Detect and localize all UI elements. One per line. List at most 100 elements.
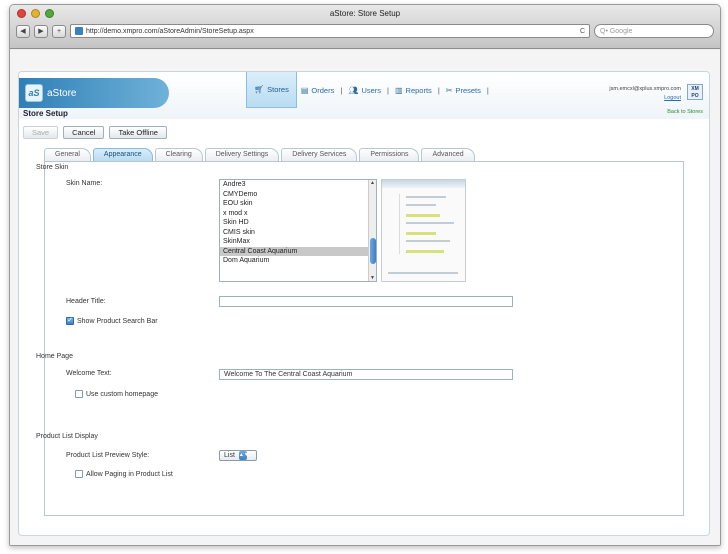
store-skin-heading: Store Skin	[36, 164, 69, 171]
scroll-thumb[interactable]	[370, 238, 376, 264]
nav-presets-label: Presets	[455, 85, 481, 95]
app-header: aS aStore 🛒︎ Stores ▤ Orders | 👥︎ Users …	[19, 72, 709, 119]
preview-highlight-graphic	[406, 232, 436, 235]
show-search-bar-label: Show Product Search Bar	[77, 317, 158, 325]
checkbox-unchecked-icon[interactable]	[75, 470, 83, 478]
preview-header-graphic	[382, 180, 465, 188]
address-bar[interactable]: http://demo.xmpro.com/aStoreAdmin/StoreS…	[70, 24, 590, 38]
allow-paging-checkbox[interactable]: Allow Paging in Product List	[75, 470, 173, 478]
skin-option[interactable]: CMIS skin	[220, 228, 376, 238]
product-list-heading: Product List Display	[36, 433, 98, 440]
presets-icon: ✂	[445, 85, 453, 95]
header-title-label: Header Title:	[66, 298, 106, 305]
scroll-up-icon[interactable]: ▲	[369, 180, 376, 186]
tab-delivery-services[interactable]: Delivery Services	[281, 148, 358, 161]
page-content: aS aStore 🛒︎ Stores ▤ Orders | 👥︎ Users …	[10, 50, 720, 545]
preview-style-value: List	[224, 452, 235, 459]
add-bookmark-button[interactable]: +	[52, 24, 66, 38]
checkbox-unchecked-icon[interactable]	[75, 390, 83, 398]
preview-sidebar-graphic	[386, 194, 400, 254]
app-logo[interactable]: aS aStore	[19, 78, 169, 108]
tab-clearing[interactable]: Clearing	[154, 148, 203, 161]
preview-line-graphic	[406, 196, 446, 198]
preview-line-graphic	[406, 222, 454, 224]
tab-general[interactable]: General	[44, 148, 91, 161]
skin-option[interactable]: x mod x	[220, 209, 376, 219]
take-offline-button[interactable]: Take Offline	[109, 126, 167, 139]
preview-highlight-graphic	[406, 250, 444, 253]
back-button[interactable]: ◀	[16, 24, 30, 38]
search-field[interactable]: Q• Google	[594, 24, 714, 38]
favicon-icon	[75, 27, 83, 35]
browser-window: aStore: Store Setup ◀ ▶ + http://demo.xm…	[9, 4, 721, 546]
skin-option[interactable]: SkinMax	[220, 237, 376, 247]
logout-link[interactable]: Logout	[609, 94, 681, 103]
back-to-stores-link[interactable]: Back to Stores	[667, 109, 703, 115]
nav-users[interactable]: 👥︎ Users	[344, 86, 385, 95]
skin-option[interactable]: Skin HD	[220, 218, 376, 228]
search-placeholder: Q• Google	[600, 27, 633, 35]
reload-icon[interactable]: C	[580, 28, 585, 35]
title-bar: aStore: Store Setup ◀ ▶ + http://demo.xm…	[10, 5, 720, 49]
cart-icon: 🛒︎	[254, 85, 265, 94]
logo-text: aStore	[47, 87, 77, 99]
logo-mark-icon: aS	[25, 84, 43, 102]
browser-toolbar: ◀ ▶ + http://demo.xmpro.com/aStoreAdmin/…	[16, 23, 714, 39]
select-arrows-icon: ▲▼	[238, 451, 249, 460]
nav-presets[interactable]: ✂ Presets	[442, 86, 485, 95]
nav-reports-label: Reports	[405, 85, 432, 95]
scroll-down-icon[interactable]: ▼	[369, 275, 376, 281]
preview-footer-graphic	[388, 272, 458, 274]
skin-option-selected[interactable]: Central Coast Aquarium	[220, 246, 376, 256]
nav-reports[interactable]: ▥ Reports	[391, 86, 436, 95]
nav-orders[interactable]: ▤ Orders	[297, 86, 338, 95]
custom-homepage-checkbox[interactable]: Use custom homepage	[75, 390, 158, 398]
cancel-button[interactable]: Cancel	[63, 126, 105, 139]
users-icon: 👥︎	[348, 85, 359, 95]
setup-tabs: General Appearance Clearing Delivery Set…	[44, 148, 475, 161]
nav-stores[interactable]: 🛒︎ Stores	[246, 72, 297, 108]
page-title: Store Setup	[23, 109, 68, 118]
welcome-text-input[interactable]: Welcome To The Central Coast Aquarium	[219, 369, 513, 380]
user-email: jsm.emcxl@xplus.xmpro.com	[609, 86, 681, 92]
listbox-scrollbar[interactable]: ▲ ▼	[368, 180, 376, 281]
save-button[interactable]: Save	[23, 126, 59, 139]
skin-option[interactable]: Andre3	[220, 180, 376, 190]
nav-users-label: Users	[361, 85, 382, 95]
skin-option[interactable]: CMYDemo	[220, 190, 376, 200]
home-page-heading: Home Page	[36, 353, 73, 360]
allow-paging-label: Allow Paging in Product List	[86, 470, 173, 478]
tab-delivery-settings[interactable]: Delivery Settings	[204, 148, 280, 161]
astore-app: aS aStore 🛒︎ Stores ▤ Orders | 👥︎ Users …	[18, 71, 710, 536]
preview-highlight-graphic	[406, 214, 440, 217]
action-toolbar: Save Cancel Take Offline	[23, 126, 167, 139]
custom-homepage-label: Use custom homepage	[86, 390, 158, 398]
reports-icon: ▥	[394, 85, 403, 95]
nav-stores-label: Stores	[267, 85, 289, 94]
url-text: http://demo.xmpro.com/aStoreAdmin/StoreS…	[86, 27, 254, 35]
main-nav: 🛒︎ Stores ▤ Orders | 👥︎ Users | ▥ Report…	[246, 72, 491, 108]
nav-orders-label: Orders	[311, 85, 335, 95]
orders-icon: ▤	[300, 85, 309, 95]
nav-separator: |	[486, 85, 489, 95]
preview-style-select[interactable]: List ▲▼	[219, 450, 257, 461]
tab-appearance[interactable]: Appearance	[92, 148, 153, 161]
skin-listbox[interactable]: Andre3 CMYDemo EOU skin x mod x Skin HD …	[219, 179, 377, 282]
company-logo: XM PO	[687, 84, 703, 100]
preview-style-label: Product List Preview Style:	[66, 452, 150, 459]
skin-name-label: Skin Name:	[66, 180, 103, 187]
tab-permissions[interactable]: Permissions	[359, 148, 420, 161]
skin-option[interactable]: Dom Aquarium	[220, 256, 376, 266]
forward-button[interactable]: ▶	[34, 24, 48, 38]
preview-line-graphic	[406, 204, 436, 206]
preview-line-graphic	[406, 240, 450, 242]
show-search-bar-checkbox[interactable]: ✓ Show Product Search Bar	[66, 317, 158, 325]
tab-advanced[interactable]: Advanced	[421, 148, 475, 161]
skin-preview-image	[381, 179, 466, 282]
checkbox-checked-icon[interactable]: ✓	[66, 317, 74, 325]
welcome-text-label: Welcome Text:	[66, 370, 112, 377]
window-title: aStore: Store Setup	[329, 9, 401, 18]
header-title-input[interactable]	[219, 296, 513, 307]
skin-option[interactable]: EOU skin	[220, 199, 376, 209]
user-box: jsm.emcxl@xplus.xmpro.com Logout	[609, 85, 681, 103]
